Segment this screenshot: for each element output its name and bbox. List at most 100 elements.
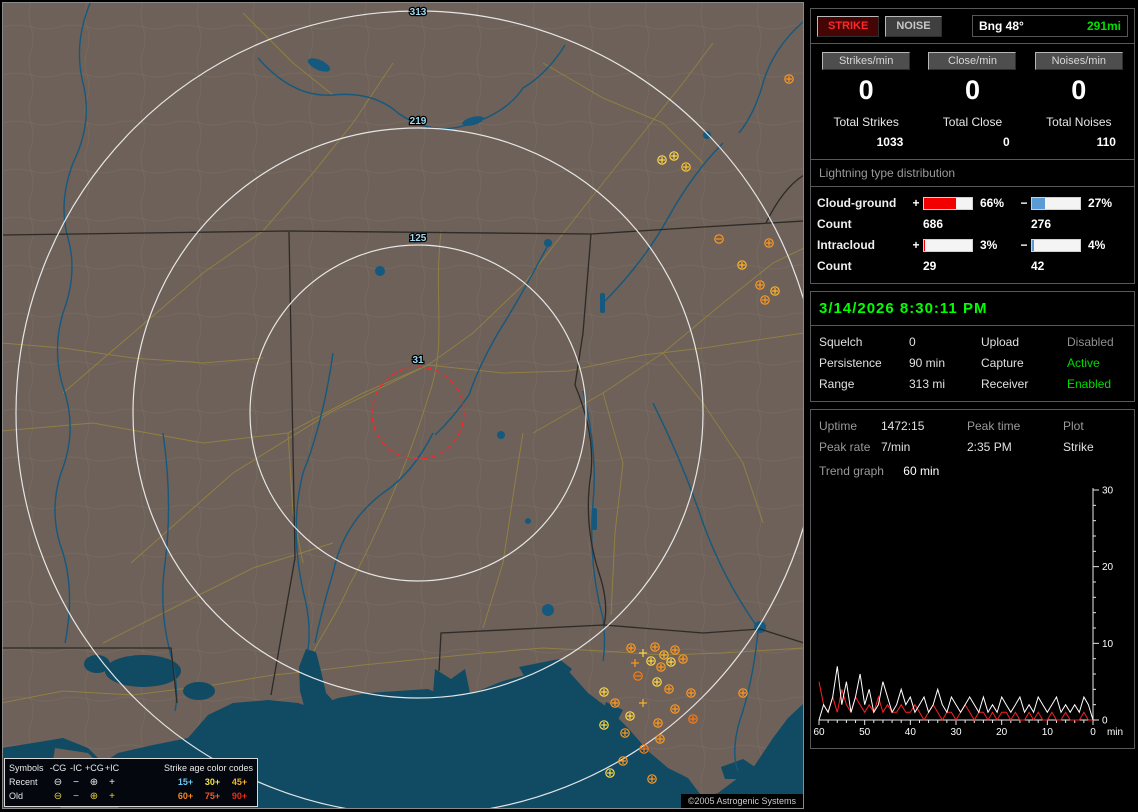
lightning-strike-symbol [610, 698, 620, 708]
recent-cg-neg-symbol: ⊖ [53, 776, 63, 788]
legend-col-ic-pos: +IC [104, 763, 120, 773]
lightning-strike-symbol [670, 645, 680, 655]
lightning-strike-symbol [605, 768, 615, 778]
strikes-per-min-button[interactable]: Strikes/min [822, 52, 911, 70]
ic-count-label: Count [817, 259, 852, 273]
total-noises-value: 110 [1096, 135, 1116, 149]
lightning-map[interactable]: 313 219 125 31 [3, 3, 803, 808]
close-per-min-button[interactable]: Close/min [928, 52, 1017, 70]
cg-positive-pct: 66% [980, 196, 1005, 210]
noises-per-min-button[interactable]: Noises/min [1034, 52, 1123, 70]
ic-negative-pct: 4% [1088, 238, 1106, 252]
lightning-strike-symbol [625, 711, 635, 721]
lightning-strike-symbol [678, 654, 688, 664]
peak-time-value: 2:35 PM [967, 440, 1012, 454]
svg-text:20: 20 [1102, 562, 1114, 573]
range-ring-label: 313 [410, 7, 427, 18]
lightning-tracker-app: 313 219 125 31 Symbols -CG -IC +CG +IC Stri… [0, 0, 1138, 812]
total-strikes-value: 1033 [876, 135, 904, 149]
noises-per-min-value: 0 [1071, 75, 1087, 105]
cg-negative-pct: 27% [1088, 196, 1113, 210]
strike-button[interactable]: STRIKE [817, 15, 880, 37]
noises-column: Noises/min 0 Total Noises 110 [1026, 52, 1132, 149]
side-panel: STRIKE NOISE Bng 48° 291mi Strikes/min 0… [810, 8, 1135, 756]
lightning-strike-symbol [784, 74, 794, 84]
range-ring-label: 125 [410, 233, 427, 244]
rate-counters: Strikes/min 0 Total Strikes 1033 Close/m… [811, 44, 1134, 149]
lightning-strike-symbol [618, 756, 628, 766]
svg-text:30: 30 [950, 727, 962, 738]
cg-count-label: Count [817, 217, 852, 231]
map-panel[interactable]: 313 219 125 31 Symbols -CG -IC +CG +IC Stri… [2, 2, 804, 809]
lightning-strike-symbol [620, 728, 630, 738]
persistence-value: 90 min [909, 356, 946, 370]
legend-recent-row: Recent ⊖ − ⊕ + 15+ 30+ 45+ [9, 775, 253, 789]
total-noises-label: Total Noises [1046, 115, 1112, 129]
lightning-strike-symbol [770, 286, 780, 296]
lightning-strike-symbol [764, 238, 774, 248]
trend-graph-window: 60 min [903, 464, 940, 478]
svg-text:0: 0 [1102, 716, 1108, 727]
total-strikes-label: Total Strikes [833, 115, 899, 129]
lightning-strike-symbol [688, 714, 698, 724]
age-code-60: 60+ [177, 791, 194, 801]
lightning-strike-symbol [659, 650, 669, 660]
map-legend: Symbols -CG -IC +CG +IC Strike age color… [4, 758, 258, 807]
lightning-strike-symbol [666, 657, 676, 667]
distribution-title: Lightning type distribution [811, 160, 1134, 187]
age-code-90: 90+ [231, 791, 248, 801]
lightning-strike-symbol [664, 684, 674, 694]
svg-text:min: min [1107, 727, 1123, 738]
legend-age-title: Strike age color codes [163, 763, 253, 773]
status-section: 3/14/2026 8:30:11 PM Squelch 0 Upload Di… [810, 291, 1135, 402]
svg-text:20: 20 [996, 727, 1008, 738]
range-ring-label: 219 [410, 116, 427, 127]
legend-col-cg-neg: -CG [49, 763, 67, 773]
age-code-75: 75+ [204, 791, 221, 801]
minus-sign: − [1020, 196, 1028, 210]
trend-graph-header: Trend graph 60 min [811, 454, 1134, 480]
svg-text:30: 30 [1102, 486, 1114, 497]
lightning-strike-symbol [755, 280, 765, 290]
svg-text:40: 40 [905, 727, 917, 738]
upload-label: Upload [981, 335, 1020, 349]
lightning-strike-symbol [650, 642, 660, 652]
legend-old-label: Old [9, 791, 24, 801]
cg-positive-bar [923, 196, 973, 210]
lightning-strike-symbol [737, 260, 747, 270]
lightning-strike-symbol [657, 155, 667, 165]
lightning-strike-symbol [646, 656, 656, 666]
range-value: 313 mi [909, 377, 946, 391]
old-ic-pos-symbol: + [109, 790, 115, 802]
cg-negative-count: 276 [1031, 217, 1052, 231]
cg-negative-bar [1031, 196, 1081, 210]
close-per-min-value: 0 [964, 75, 980, 105]
lightning-strike-symbol [652, 677, 662, 687]
old-ic-neg-symbol: − [73, 790, 79, 802]
receiver-status: Enabled [1067, 377, 1112, 391]
lightning-strike-symbol [599, 720, 609, 730]
squelch-value: 0 [909, 335, 916, 349]
lightning-strike-symbol [626, 643, 636, 653]
peak-time-label: Peak time [967, 419, 1021, 433]
lightning-strike-symbol [760, 295, 770, 305]
ic-positive-bar [923, 238, 973, 252]
ic-negative-bar [1031, 238, 1081, 252]
peak-rate-value: 7/min [881, 440, 911, 454]
noise-button[interactable]: NOISE [885, 15, 942, 37]
lightning-strike-symbol [647, 774, 657, 784]
close-column: Close/min 0 Total Close 0 [919, 52, 1025, 149]
intracloud-label: Intracloud [817, 238, 876, 252]
recent-ic-pos-symbol: + [109, 776, 115, 788]
old-cg-pos-symbol: ⊕ [89, 790, 99, 802]
plot-label: Plot [1063, 419, 1084, 433]
legend-old-row: Old ⊖ − ⊕ + 60+ 75+ 90+ [9, 789, 253, 803]
upload-status: Disabled [1067, 335, 1114, 349]
toolbar: STRIKE NOISE Bng 48° 291mi [811, 9, 1134, 44]
old-cg-neg-symbol: ⊖ [53, 790, 63, 802]
peak-rate-label: Peak rate [819, 440, 871, 454]
svg-text:60: 60 [813, 727, 825, 738]
lightning-strike-symbol [670, 704, 680, 714]
trend-section: Uptime 1472:15 Peak time Plot Peak rate … [810, 409, 1135, 749]
plus-sign: + [912, 196, 920, 210]
